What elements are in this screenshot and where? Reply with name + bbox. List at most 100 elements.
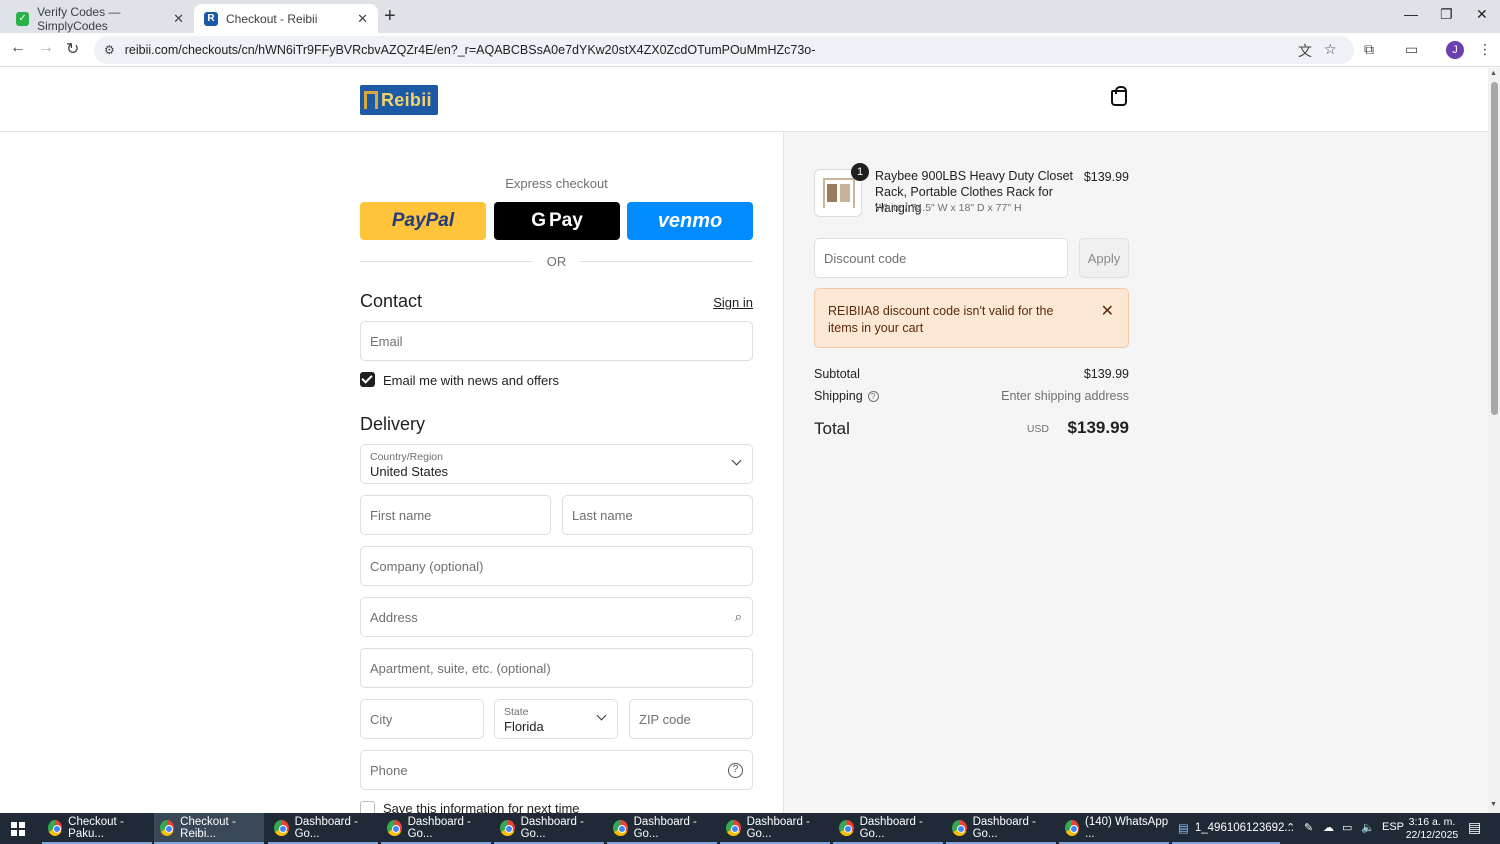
translate-icon[interactable]: 文: [1298, 41, 1312, 61]
taskbar-item[interactable]: Dashboard - Go...: [720, 813, 830, 844]
first-name-field[interactable]: [360, 495, 551, 535]
zip-field[interactable]: [629, 699, 753, 739]
help-icon[interactable]: ?: [728, 763, 743, 778]
address-bar[interactable]: ⚙ reibii.com/checkouts/cn/hWN6iTr9FFyBVR…: [94, 36, 1354, 64]
clock[interactable]: 3:16 a. m. 22/12/2025: [1402, 816, 1462, 842]
discount-code-field[interactable]: [814, 238, 1068, 278]
last-name-field[interactable]: [562, 495, 753, 535]
chrome-icon: [274, 819, 289, 836]
google-pay-button[interactable]: G Pay: [494, 202, 620, 240]
profile-avatar[interactable]: J: [1446, 41, 1464, 59]
date: 22/12/2025: [1405, 829, 1459, 841]
paypal-button[interactable]: PayPal: [360, 202, 486, 240]
new-tab-button[interactable]: +: [384, 5, 396, 28]
newsletter-checkbox[interactable]: [360, 372, 375, 387]
shipping-help-icon[interactable]: ?: [867, 391, 879, 403]
apartment-field[interactable]: [360, 648, 753, 688]
scroll-up-icon[interactable]: ▲: [1490, 70, 1497, 77]
taskbar-item[interactable]: Dashboard - Go...: [381, 813, 491, 844]
first-name-input[interactable]: [361, 496, 550, 534]
contact-heading: Contact: [360, 291, 423, 311]
windows-start-icon[interactable]: [11, 822, 25, 836]
extensions-icon[interactable]: ⧉: [1364, 41, 1374, 58]
email-input[interactable]: [361, 322, 752, 360]
close-window-icon[interactable]: ✕: [1476, 6, 1488, 23]
phone-field[interactable]: ?: [360, 750, 753, 790]
city-field[interactable]: [360, 699, 484, 739]
address-field[interactable]: ⌕: [360, 597, 753, 637]
discount-code-input[interactable]: [815, 239, 1067, 277]
scrollbar-thumb[interactable]: [1491, 82, 1498, 415]
close-tab-icon[interactable]: ✕: [173, 11, 184, 27]
shopping-bag-icon[interactable]: [1111, 86, 1127, 106]
display-icon[interactable]: ▭: [1342, 821, 1352, 834]
bookmark-star-icon[interactable]: ☆: [1324, 41, 1337, 58]
volume-icon[interactable]: 🔈: [1361, 821, 1375, 834]
restore-icon[interactable]: ❐: [1440, 6, 1453, 23]
taskbar-item[interactable]: Dashboard - Go...: [268, 813, 378, 844]
discount-error-text: REIBIIA8 discount code isn't valid for t…: [828, 304, 1054, 335]
minimize-icon[interactable]: —: [1404, 6, 1418, 22]
total-row: Total USD $139.99: [814, 418, 1129, 439]
product-price: $139.99: [1083, 170, 1129, 184]
url-text: reibii.com/checkouts/cn/hWN6iTr9FFyBVRcb…: [124, 43, 816, 57]
reibii-logo[interactable]: Reibii: [360, 85, 438, 115]
total-label: Total: [814, 419, 850, 438]
tab-reibii-checkout[interactable]: R Checkout - Reibii ✕: [194, 4, 378, 33]
chevron-down-icon: [731, 455, 742, 466]
city-input[interactable]: [361, 700, 483, 738]
notifications-icon[interactable]: ▤: [1468, 819, 1481, 836]
reload-icon[interactable]: ↻: [66, 39, 79, 59]
taskbar-item[interactable]: ▤ 1_496106123692...: [1172, 813, 1294, 844]
taskbar-item[interactable]: Dashboard - Go...: [946, 813, 1056, 844]
checkout-page: Reibii Express checkout PayPal G Pay ven…: [0, 68, 1488, 813]
country-label: Country/Region: [370, 451, 443, 463]
subtotal-row: Subtotal $139.99: [814, 367, 1129, 381]
email-field[interactable]: [360, 321, 753, 361]
taskbar-item[interactable]: (140) WhatsApp ...: [1059, 813, 1169, 844]
company-input[interactable]: [361, 547, 752, 585]
tab-title: Checkout - Reibii: [226, 11, 318, 26]
apartment-input[interactable]: [361, 649, 752, 687]
taskbar-item-label: Dashboard - Go...: [746, 815, 810, 840]
pen-icon[interactable]: ✎: [1304, 821, 1313, 834]
zip-input[interactable]: [630, 700, 752, 738]
taskbar-item[interactable]: Dashboard - Go...: [607, 813, 717, 844]
network-icon[interactable]: ☁: [1323, 821, 1334, 834]
reibii-favicon-icon: R: [204, 11, 218, 26]
tray-expand-icon[interactable]: ⌃: [1286, 821, 1295, 834]
windows-taskbar: Checkout - Paku... Checkout - Reibi... D…: [0, 813, 1500, 844]
company-field[interactable]: [360, 546, 753, 586]
save-info-label: Save this information for next time: [383, 801, 580, 813]
site-info-icon[interactable]: ⚙: [104, 43, 115, 57]
forward-icon[interactable]: →: [38, 39, 54, 57]
menu-icon[interactable]: ⋮: [1478, 41, 1492, 58]
address-input[interactable]: [361, 598, 752, 636]
chrome-icon: [952, 819, 967, 836]
gpay-label: Pay: [548, 210, 583, 231]
tab-simplycodes[interactable]: ✓ Verify Codes — SimplyCodes ✕: [6, 4, 194, 33]
last-name-input[interactable]: [563, 496, 752, 534]
venmo-button[interactable]: venmo: [627, 202, 753, 240]
close-tab-icon[interactable]: ✕: [357, 11, 368, 27]
taskbar-item-label: Dashboard - Go...: [859, 815, 923, 840]
simplycodes-favicon-icon: ✓: [16, 11, 30, 26]
tab-search-icon[interactable]: ▭: [1405, 41, 1418, 58]
scroll-down-icon[interactable]: ▼: [1490, 801, 1497, 808]
apply-discount-button[interactable]: Apply: [1079, 238, 1129, 278]
taskbar-item-label: Checkout - Reibi...: [180, 815, 236, 840]
close-icon[interactable]: ✕: [1101, 301, 1114, 321]
venmo-label: venmo: [657, 209, 723, 232]
phone-input[interactable]: [361, 751, 752, 789]
sign-in-link[interactable]: Sign in: [713, 295, 753, 310]
taskbar-item[interactable]: Dashboard - Go...: [833, 813, 943, 844]
taskbar-item[interactable]: Checkout - Paku...: [42, 813, 152, 844]
taskbar-item[interactable]: Dashboard - Go...: [494, 813, 604, 844]
subtotal-value: $139.99: [1083, 367, 1129, 381]
state-select[interactable]: State Florida: [494, 699, 618, 739]
back-icon[interactable]: ←: [10, 39, 26, 57]
language-indicator[interactable]: ESP: [1382, 821, 1404, 833]
taskbar-item[interactable]: Checkout - Reibi...: [154, 813, 264, 844]
country-select[interactable]: Country/Region United States: [360, 444, 753, 484]
save-info-checkbox[interactable]: [360, 801, 375, 813]
